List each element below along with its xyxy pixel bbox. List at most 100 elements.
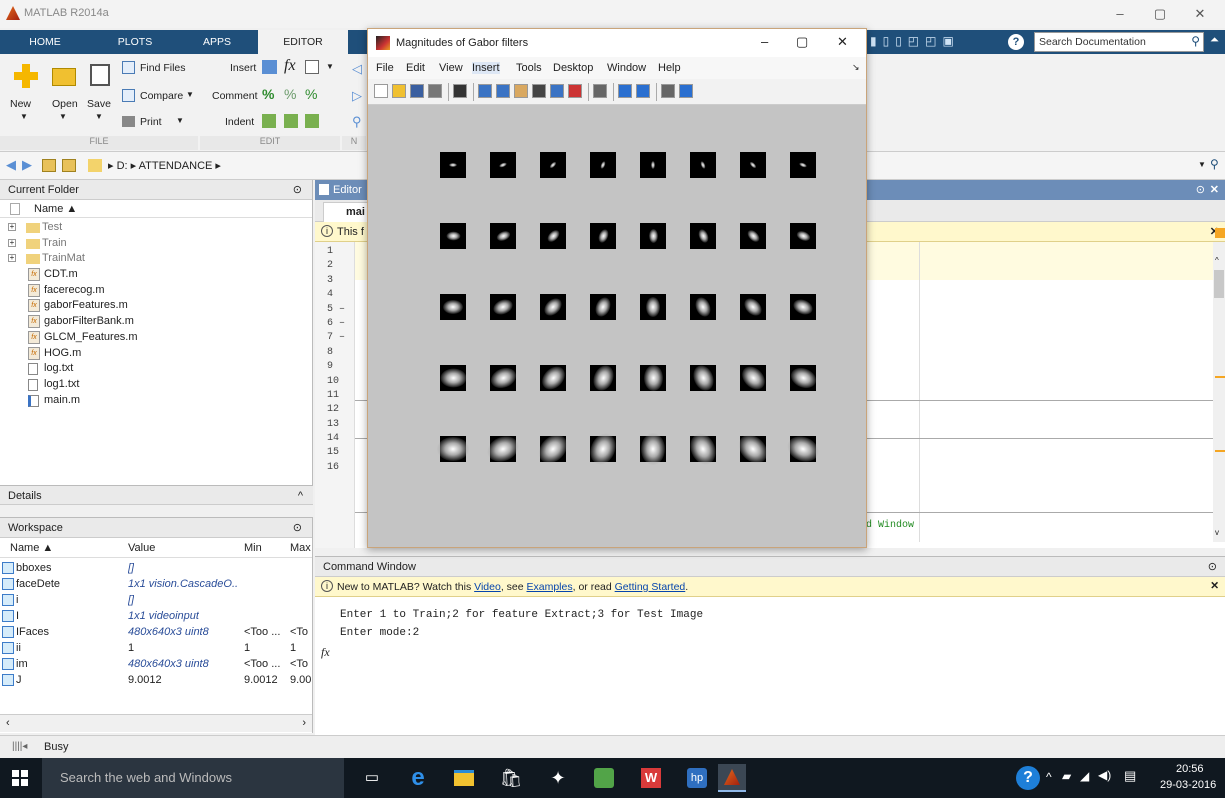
- tab-editor[interactable]: EDITOR: [258, 30, 348, 54]
- brush-icon[interactable]: [568, 84, 582, 98]
- tab-home[interactable]: HOME: [0, 30, 90, 54]
- menu-tools[interactable]: Tools: [516, 62, 542, 74]
- insert-button[interactable]: Insert: [230, 62, 256, 74]
- workspace-row[interactable]: IFaces 480x640x3 uint8 <Too ... <To: [0, 624, 312, 640]
- matlab-taskbar-icon[interactable]: [718, 764, 746, 792]
- uncomment-icon[interactable]: %: [284, 86, 296, 102]
- back-arrow-icon[interactable]: ◀: [6, 157, 16, 173]
- col-max[interactable]: Max: [290, 538, 311, 558]
- panel-menu-icon[interactable]: ⊙: [293, 518, 302, 538]
- compare-button[interactable]: Compare: [140, 90, 183, 102]
- warning-marker[interactable]: [1215, 376, 1225, 378]
- hide-plot-tools-icon[interactable]: [661, 84, 675, 98]
- panel-menu-icon[interactable]: ⊙: [293, 180, 302, 200]
- examples-link[interactable]: Examples: [527, 581, 573, 593]
- scroll-right-icon[interactable]: ›: [302, 717, 306, 729]
- workspace-row[interactable]: ii 1 1 1: [0, 640, 312, 656]
- workspace-row[interactable]: im 480x640x3 uint8 <Too ... <To: [0, 656, 312, 672]
- workspace-row[interactable]: i []: [0, 592, 312, 608]
- col-value[interactable]: Value: [128, 538, 155, 558]
- menu-desktop[interactable]: Desktop: [553, 62, 593, 74]
- scroll-down-icon[interactable]: v: [1215, 528, 1219, 537]
- print-dropdown-icon[interactable]: ▼: [176, 116, 184, 125]
- expand-icon[interactable]: +: [8, 223, 16, 231]
- open-icon[interactable]: [52, 68, 76, 86]
- new-figure-icon[interactable]: [374, 84, 388, 98]
- save-figure-icon[interactable]: [410, 84, 424, 98]
- print-button[interactable]: Print: [140, 116, 162, 128]
- help-circle-icon[interactable]: ?: [1016, 766, 1040, 790]
- workspace-row[interactable]: J 9.0012 9.0012 9.00: [0, 672, 312, 688]
- close-button[interactable]: ✕: [1177, 0, 1223, 28]
- menu-help[interactable]: Help: [658, 62, 681, 74]
- editor-menu-icon[interactable]: ⊙: [1196, 180, 1205, 200]
- network-icon[interactable]: ◢: [1080, 769, 1089, 783]
- scroll-thumb[interactable]: [1214, 270, 1224, 298]
- code-analyzer-indicator[interactable]: [1215, 228, 1225, 238]
- taskbar-search-box[interactable]: Search the web and Windows: [42, 758, 344, 798]
- folder-item[interactable]: log1.txt: [0, 377, 312, 393]
- dropbox-icon[interactable]: ✦: [544, 764, 572, 792]
- wps-office-icon[interactable]: W: [637, 764, 665, 792]
- new-icon[interactable]: [14, 64, 38, 88]
- new-button[interactable]: New: [10, 98, 31, 110]
- scroll-up-icon[interactable]: ^: [1215, 256, 1219, 265]
- fx-prompt-icon[interactable]: fx: [321, 645, 330, 660]
- warning-marker[interactable]: [1215, 450, 1225, 452]
- folder-item[interactable]: fx GLCM_Features.m: [0, 330, 312, 346]
- folder-item[interactable]: main.m: [0, 393, 312, 409]
- menu-view[interactable]: View: [439, 62, 463, 74]
- colorbar-icon[interactable]: [618, 84, 632, 98]
- comment-icon[interactable]: %: [262, 86, 274, 102]
- search-folder-icon[interactable]: ⚲: [1210, 157, 1219, 171]
- help-icon[interactable]: ?: [1008, 34, 1024, 50]
- folder-item[interactable]: + Test: [0, 220, 312, 236]
- comment-button[interactable]: Comment: [212, 90, 258, 102]
- figure-close-button[interactable]: ✕: [837, 34, 848, 50]
- workspace-row[interactable]: faceDetector 1x1 vision.CascadeO...: [0, 576, 312, 592]
- indent-button[interactable]: Indent: [225, 116, 254, 128]
- figure-minimize-button[interactable]: –: [761, 34, 768, 49]
- details-header[interactable]: Details ^: [0, 485, 313, 505]
- open-file-icon[interactable]: [392, 84, 406, 98]
- folder-item[interactable]: fx HOG.m: [0, 346, 312, 362]
- find-files-button[interactable]: Find Files: [140, 62, 186, 74]
- compare-dropdown-icon[interactable]: ▼: [186, 90, 194, 99]
- rotate-3d-icon[interactable]: [532, 84, 546, 98]
- search-documentation-input[interactable]: Search Documentation ⚲: [1034, 32, 1204, 52]
- decrease-indent-icon[interactable]: [305, 114, 319, 128]
- scroll-left-icon[interactable]: ‹: [6, 717, 10, 729]
- link-plot-icon[interactable]: [593, 84, 607, 98]
- browse-folder-icon[interactable]: [62, 159, 76, 172]
- battery-icon[interactable]: ▰: [1062, 769, 1071, 783]
- editor-scrollbar[interactable]: ^ v: [1213, 242, 1225, 542]
- path-dropdown-icon[interactable]: ▼: [1198, 160, 1206, 169]
- wrap-comment-icon[interactable]: %: [305, 86, 317, 102]
- video-link[interactable]: Video: [474, 581, 501, 593]
- menu-pin-icon[interactable]: ↘: [852, 62, 860, 73]
- figure-canvas[interactable]: [368, 105, 866, 547]
- up-folder-icon[interactable]: [42, 159, 56, 172]
- collapse-ribbon-icon[interactable]: ⏶: [1210, 34, 1219, 47]
- column-header[interactable]: Name ▲: [0, 200, 312, 218]
- clock-time[interactable]: 20:56: [1176, 763, 1204, 775]
- tab-plots[interactable]: PLOTS: [92, 30, 178, 54]
- new-dropdown-icon[interactable]: ▼: [20, 112, 28, 121]
- folder-item[interactable]: + TrainMat: [0, 251, 312, 267]
- hp-icon[interactable]: hp: [683, 764, 711, 792]
- print-figure-icon[interactable]: [428, 84, 442, 98]
- expand-icon[interactable]: +: [8, 238, 16, 247]
- save-dropdown-icon[interactable]: ▼: [95, 112, 103, 121]
- col-name[interactable]: Name ▲: [10, 538, 53, 558]
- current-path[interactable]: ▸ D: ▸ ATTENDANCE ▸: [108, 159, 221, 172]
- chevron-up-icon[interactable]: ^: [298, 486, 303, 506]
- pan-icon[interactable]: [514, 84, 528, 98]
- start-windows-icon[interactable]: [12, 770, 28, 786]
- menu-window[interactable]: Window: [607, 62, 646, 74]
- col-min[interactable]: Min: [244, 538, 262, 558]
- figure-maximize-button[interactable]: ▢: [796, 34, 808, 50]
- file-explorer-icon[interactable]: [450, 764, 478, 792]
- notice-close-icon[interactable]: ✕: [1210, 580, 1219, 592]
- expand-icon[interactable]: +: [8, 254, 16, 263]
- folder-item[interactable]: fx gaborFeatures.m: [0, 298, 312, 314]
